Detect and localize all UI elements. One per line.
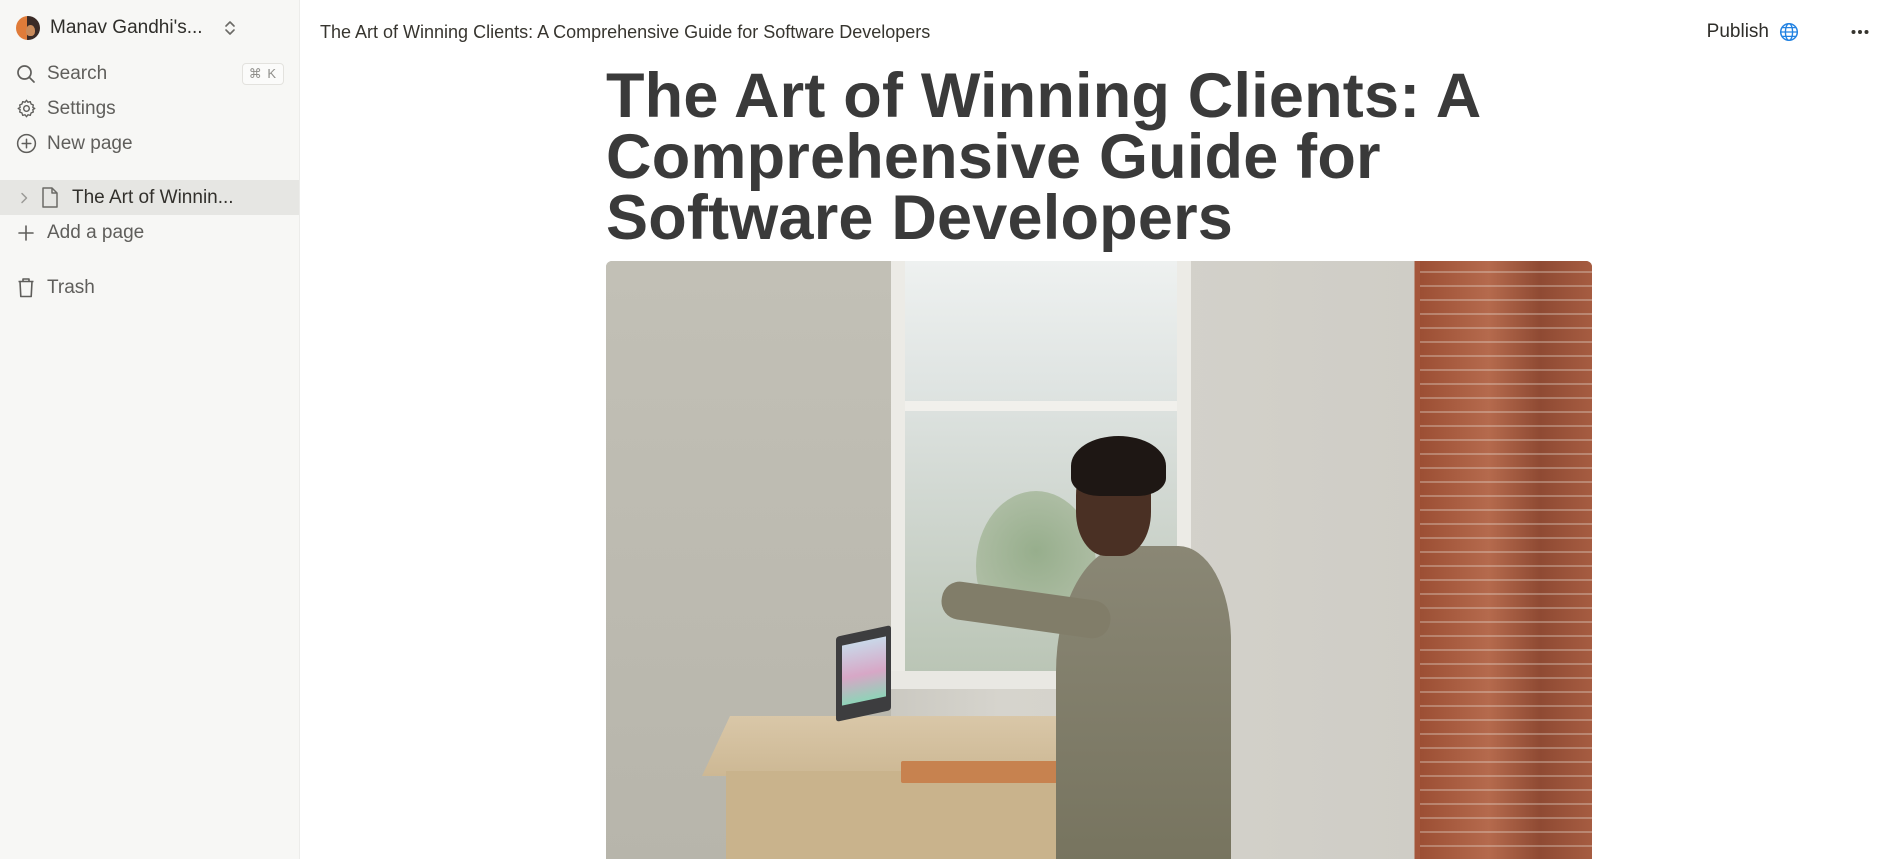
breadcrumb[interactable]: The Art of Winning Clients: A Comprehens…	[320, 22, 930, 43]
cover-image	[606, 261, 1592, 859]
chevron-right-icon[interactable]	[18, 192, 30, 204]
plus-icon	[15, 222, 37, 244]
page-title[interactable]: The Art of Winning Clients: A Comprehens…	[606, 65, 1596, 250]
sidebar-item-settings[interactable]: Settings	[0, 91, 299, 126]
sidebar-item-label: New page	[47, 132, 133, 154]
cover-window-sash	[905, 401, 1177, 411]
sidebar-page-label: The Art of Winnin...	[72, 186, 234, 208]
sidebar-item-label: Settings	[47, 97, 116, 119]
top-actions: Publish	[1701, 17, 1871, 47]
sidebar-page-item[interactable]: The Art of Winnin...	[0, 180, 299, 215]
cover-laptop-screen	[842, 636, 886, 706]
workspace-name: Manav Gandhi's...	[50, 17, 203, 38]
globe-icon	[1779, 22, 1799, 42]
cover-brick-wall	[1420, 261, 1592, 859]
main-content: The Art of Winning Clients: A Comprehens…	[300, 0, 1891, 859]
sidebar-item-trash[interactable]: Trash	[0, 270, 299, 305]
sidebar: Manav Gandhi's... Search ⌘ K Settings Ne…	[0, 0, 300, 859]
publish-button[interactable]: Publish	[1701, 17, 1805, 47]
page-content: The Art of Winning Clients: A Comprehens…	[606, 64, 1596, 859]
publish-label: Publish	[1706, 21, 1769, 42]
document-icon	[40, 187, 60, 209]
cover-person	[939, 436, 1236, 859]
sidebar-item-new-page[interactable]: New page	[0, 126, 299, 161]
app-window: Manav Gandhi's... Search ⌘ K Settings Ne…	[0, 0, 1891, 859]
sidebar-item-label: Search	[47, 62, 108, 84]
workspace-avatar	[16, 16, 40, 40]
search-icon	[15, 63, 37, 85]
sidebar-item-label: Trash	[47, 276, 95, 298]
add-page-button[interactable]: Add a page	[0, 215, 299, 250]
workspace-switcher[interactable]: Manav Gandhi's...	[0, 0, 299, 56]
more-horizontal-icon[interactable]	[1849, 21, 1871, 43]
sidebar-item-search[interactable]: Search ⌘ K	[0, 56, 299, 91]
chevron-up-down-icon[interactable]	[221, 17, 239, 39]
add-page-label: Add a page	[47, 221, 145, 243]
gear-icon	[15, 98, 37, 120]
search-shortcut-hint: ⌘ K	[241, 62, 284, 85]
trash-icon	[15, 277, 37, 299]
cover-person-body	[1056, 546, 1231, 859]
top-bar: The Art of Winning Clients: A Comprehens…	[300, 0, 1891, 64]
plus-circle-icon	[15, 133, 37, 155]
cover-person-hair	[1071, 436, 1166, 496]
